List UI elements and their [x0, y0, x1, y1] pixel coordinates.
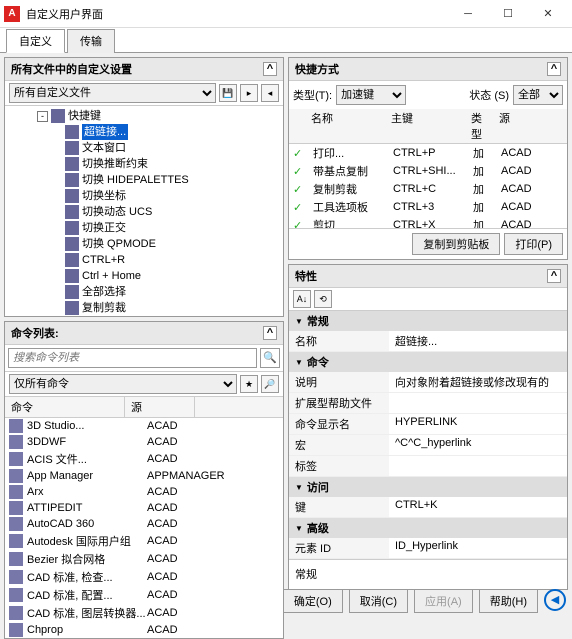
col-header-source[interactable]: 源 [125, 397, 195, 417]
custom-files-dropdown[interactable]: 所有自定义文件 [9, 83, 216, 103]
command-list[interactable]: 命令 源 3D Studio...ACAD3DDWFACADACIS 文件...… [5, 397, 283, 638]
property-row[interactable]: 命令显示名HYPERLINK [289, 414, 567, 435]
save-icon[interactable]: 💾 [219, 84, 237, 102]
tree-item[interactable]: 切换动态 UCS [9, 204, 279, 220]
property-row[interactable]: 宏^C^C_hyperlink [289, 435, 567, 456]
table-row[interactable]: ✓工具选项板CTRL+3加ACAD [289, 198, 567, 216]
list-item[interactable]: Autodesk 国际用户组ACAD [5, 532, 283, 550]
list-item[interactable]: 3DDWFACAD [5, 434, 283, 450]
maximize-button[interactable]: ☐ [488, 1, 528, 27]
search-icon[interactable]: 🔍 [260, 348, 280, 368]
cancel-button[interactable]: 取消(C) [349, 589, 408, 613]
col-name[interactable]: 名称 [307, 109, 387, 143]
title-bar: A 自定义用户界面 ─ ☐ ✕ [0, 0, 572, 28]
new-command-icon[interactable]: ★ [240, 375, 258, 393]
list-item[interactable]: ChpropACAD [5, 622, 283, 638]
find-icon[interactable]: 🔎 [261, 375, 279, 393]
list-item[interactable]: CAD 标准, 检查...ACAD [5, 568, 283, 586]
status-dropdown[interactable]: 全部 [513, 85, 563, 105]
collapse-icon[interactable]: ^ [547, 269, 561, 283]
collapse-icon[interactable]: ^ [263, 62, 277, 76]
filter-dropdown[interactable]: 仅所有命令 [9, 374, 237, 394]
col-source[interactable]: 源 [495, 109, 535, 143]
property-section[interactable]: ▼高级 [289, 518, 567, 538]
property-row[interactable]: 名称超链接... [289, 331, 567, 352]
minimize-button[interactable]: ─ [448, 1, 488, 27]
app-logo: A [4, 6, 20, 22]
table-row[interactable]: ✓复制剪裁CTRL+C加ACAD [289, 180, 567, 198]
property-row[interactable]: 键CTRL+K [289, 497, 567, 518]
property-row[interactable]: 元素 IDID_Hyperlink [289, 538, 567, 559]
tree-item[interactable]: 切换坐标 [9, 188, 279, 204]
help-button[interactable]: 帮助(H) [479, 589, 538, 613]
list-item[interactable]: CAD 标准, 配置...ACAD [5, 586, 283, 604]
panel-shortcuts-header: 快捷方式 ^ [289, 58, 567, 81]
collapse-icon[interactable]: ^ [263, 326, 277, 340]
list-item[interactable]: 3D Studio...ACAD [5, 418, 283, 434]
ok-button[interactable]: 确定(O) [283, 589, 343, 613]
sort-icon[interactable]: A↓ [293, 290, 311, 308]
property-section[interactable]: ▼访问 [289, 477, 567, 497]
panel-title: 特性 [295, 268, 317, 284]
list-item[interactable]: Bezier 拟合网格ACAD [5, 550, 283, 568]
customization-tree[interactable]: -快捷键 超链接...文本窗口切换推断约束切换 HIDEPALETTES切换坐标… [5, 106, 283, 316]
tree-item[interactable]: Ctrl + Home [9, 268, 279, 284]
reset-icon[interactable]: ⟲ [314, 290, 332, 308]
table-row[interactable]: ✓剪切CTRL+X加ACAD [289, 216, 567, 229]
list-item[interactable]: ACIS 文件...ACAD [5, 450, 283, 468]
list-item[interactable]: App ManagerAPPMANAGER [5, 468, 283, 484]
export-icon[interactable]: ▸ [240, 84, 258, 102]
property-row[interactable]: 扩展型帮助文件 [289, 393, 567, 414]
property-row[interactable]: 说明向对象附着超链接或修改现有的 [289, 372, 567, 393]
tree-item[interactable]: 文本窗口 [9, 140, 279, 156]
tab-customize[interactable]: 自定义 [6, 29, 65, 53]
col-key[interactable]: 主键 [387, 109, 467, 143]
panel-title: 快捷方式 [295, 61, 339, 77]
type-dropdown[interactable]: 加速键 [336, 85, 406, 105]
table-row[interactable]: ✓带基点复制CTRL+SHI...加ACAD [289, 162, 567, 180]
property-grid[interactable]: ▼常规名称超链接...▼命令说明向对象附着超链接或修改现有的扩展型帮助文件命令显… [289, 311, 567, 559]
panel-title: 命令列表: [11, 325, 59, 341]
property-row[interactable]: 标签 [289, 456, 567, 477]
tree-item[interactable]: 复制剪裁 [9, 300, 279, 316]
tree-item[interactable]: 切换 QPMODE [9, 236, 279, 252]
list-item[interactable]: ATTIPEDITACAD [5, 500, 283, 516]
type-label: 类型(T): [293, 87, 332, 103]
panel-custom-settings-header: 所有文件中的自定义设置 ^ [5, 58, 283, 81]
panel-title: 所有文件中的自定义设置 [11, 61, 132, 77]
list-item[interactable]: AutoCAD 360ACAD [5, 516, 283, 532]
list-item[interactable]: ArxACAD [5, 484, 283, 500]
tree-item[interactable]: 切换 HIDEPALETTES [9, 172, 279, 188]
window-title: 自定义用户界面 [26, 6, 448, 22]
close-button[interactable]: ✕ [528, 1, 568, 27]
col-header-command[interactable]: 命令 [5, 397, 125, 417]
tree-item[interactable]: 切换推断约束 [9, 156, 279, 172]
tree-node[interactable]: 快捷键 [68, 108, 101, 124]
import-icon[interactable]: ◂ [261, 84, 279, 102]
print-button[interactable]: 打印(P) [504, 233, 563, 255]
property-section[interactable]: ▼常规 [289, 311, 567, 331]
panel-command-list-header: 命令列表: ^ [5, 322, 283, 345]
copy-clipboard-button[interactable]: 复制到剪贴板 [412, 233, 500, 255]
property-section[interactable]: ▼命令 [289, 352, 567, 372]
status-label: 状态 (S) [469, 87, 509, 103]
tab-bar: 自定义 传输 [0, 28, 572, 53]
list-item[interactable]: CAD 标准, 图层转换器...ACAD [5, 604, 283, 622]
collapse-icon[interactable]: ^ [547, 62, 561, 76]
apply-button[interactable]: 应用(A) [414, 589, 473, 613]
table-row[interactable]: ✓打印...CTRL+P加ACAD [289, 144, 567, 162]
tree-item[interactable]: CTRL+R [9, 252, 279, 268]
tab-transfer[interactable]: 传输 [67, 29, 115, 53]
col-type[interactable]: 类型 [467, 109, 495, 143]
panel-properties-header: 特性 ^ [289, 265, 567, 288]
shortcut-table[interactable]: 名称 主键 类型 源 ✓打印...CTRL+P加ACAD✓带基点复制CTRL+S… [289, 109, 567, 229]
property-footer: 常规 [289, 559, 567, 589]
expand-icon[interactable]: ◀ [544, 589, 566, 611]
tree-item[interactable]: 全部选择 [9, 284, 279, 300]
tree-item[interactable]: 切换正交 [9, 220, 279, 236]
tree-item[interactable]: 超链接... [9, 124, 279, 140]
search-input[interactable] [8, 348, 257, 368]
